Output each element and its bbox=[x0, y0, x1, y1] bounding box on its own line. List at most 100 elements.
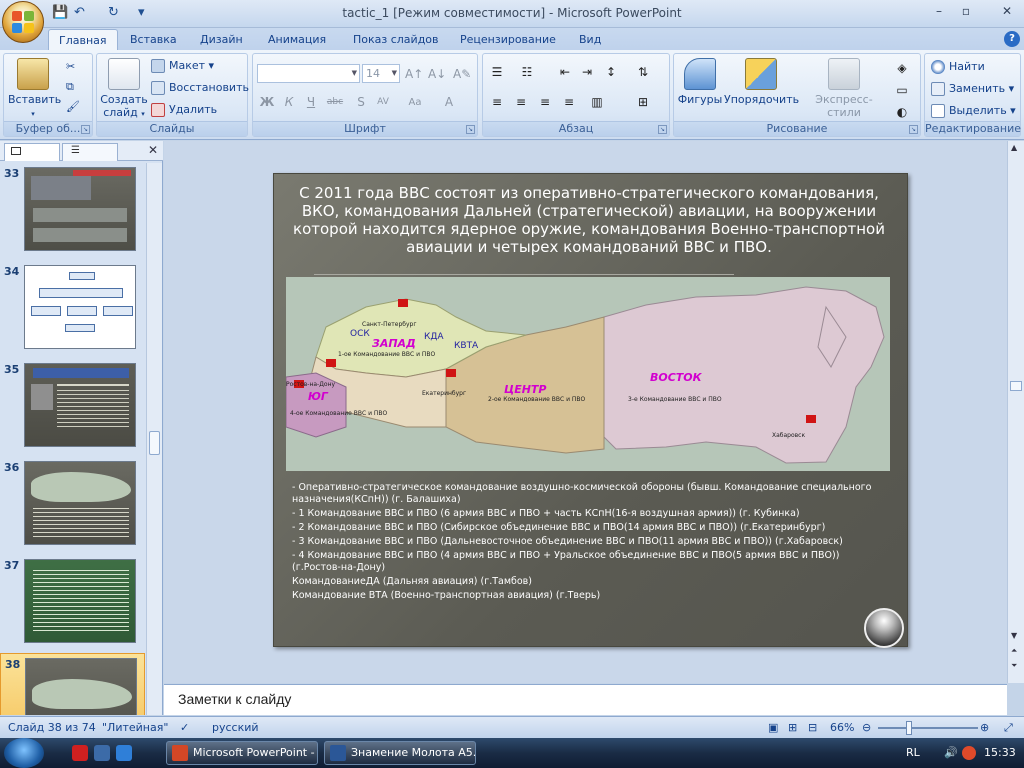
justify-icon[interactable]: ≡ bbox=[559, 92, 579, 111]
zoom-level[interactable]: 66% bbox=[830, 721, 854, 734]
slide-thumbnail[interactable] bbox=[24, 559, 136, 643]
slide-sorter-icon[interactable]: ⊞ bbox=[788, 721, 797, 734]
tab-slideshow[interactable]: Показ слайдов bbox=[343, 31, 449, 48]
smartart-icon[interactable]: ⊞ bbox=[633, 92, 653, 111]
slide-thumbnail[interactable] bbox=[24, 265, 136, 349]
cut-icon[interactable]: ✂ bbox=[66, 58, 75, 76]
thumbnail-row-selected[interactable]: 38 bbox=[0, 653, 145, 715]
tab-insert[interactable]: Вставка bbox=[120, 31, 187, 48]
find-button[interactable]: Найти bbox=[931, 58, 985, 76]
delete-slide-button[interactable]: Удалить bbox=[151, 101, 217, 119]
volume-icon[interactable]: 🔊 bbox=[944, 746, 958, 759]
align-center-icon[interactable]: ≡ bbox=[511, 92, 531, 111]
align-left-icon[interactable]: ≡ bbox=[487, 92, 507, 111]
opera-icon[interactable] bbox=[72, 745, 88, 761]
start-button[interactable] bbox=[4, 738, 44, 768]
zoom-out-icon[interactable]: ⊖ bbox=[862, 721, 871, 734]
slide-title[interactable]: С 2011 года ВВС состоят из оперативно-ст… bbox=[289, 184, 889, 256]
scroll-down-icon[interactable]: ▼ bbox=[1011, 631, 1017, 640]
fit-window-icon[interactable]: ⤢ bbox=[1004, 721, 1013, 735]
thumbnail-row[interactable]: 35 bbox=[0, 359, 145, 449]
font-name-combo[interactable]: ▼ bbox=[257, 64, 360, 83]
language-indicator[interactable]: русский bbox=[212, 721, 259, 734]
numbering-icon[interactable]: ☷ bbox=[517, 62, 537, 81]
layout-button[interactable]: Макет ▾ bbox=[151, 57, 214, 75]
font-color-icon[interactable]: A bbox=[439, 92, 459, 111]
clipboard-launcher-icon[interactable]: ↘ bbox=[81, 125, 90, 134]
reset-button[interactable]: Восстановить bbox=[151, 79, 249, 97]
help-icon[interactable]: ? bbox=[1004, 31, 1020, 47]
slide-scrollbar[interactable]: ▲ ▼ ⏶ ⏷ bbox=[1007, 141, 1024, 683]
zoom-slider-thumb[interactable] bbox=[906, 721, 912, 735]
thumbnail-row[interactable]: 36 bbox=[0, 457, 145, 547]
previous-slide-icon[interactable]: ⏶ bbox=[1011, 646, 1017, 656]
tab-design[interactable]: Дизайн bbox=[190, 31, 253, 48]
close-panel-icon[interactable]: ✕ bbox=[148, 143, 158, 157]
underline-icon[interactable]: Ч bbox=[301, 92, 321, 111]
increase-indent-icon[interactable]: ⇥ bbox=[577, 62, 597, 81]
paragraph-launcher-icon[interactable]: ↘ bbox=[658, 125, 667, 134]
shape-outline-icon[interactable]: ▭ bbox=[892, 80, 912, 99]
slide-thumbnail[interactable] bbox=[24, 461, 136, 545]
quicklaunch-icon[interactable] bbox=[116, 745, 132, 761]
tab-view[interactable]: Вид bbox=[569, 31, 611, 48]
express-styles-button[interactable]: Экспресс-стили bbox=[800, 58, 888, 119]
thumbnail-row[interactable]: 33 bbox=[0, 163, 145, 253]
slide-canvas[interactable]: С 2011 года ВВС состоят из оперативно-ст… bbox=[273, 173, 908, 648]
change-case-icon[interactable]: Aa bbox=[405, 92, 425, 111]
clear-format-icon[interactable]: A✎ bbox=[452, 64, 472, 83]
thumbnail-scrollbar[interactable] bbox=[146, 163, 162, 715]
grow-font-icon[interactable]: A↑ bbox=[404, 64, 424, 83]
copy-icon[interactable]: ⧉ bbox=[66, 78, 74, 96]
strikethrough-icon[interactable]: abc bbox=[325, 92, 345, 111]
shadow-icon[interactable]: S bbox=[351, 92, 371, 111]
font-launcher-icon[interactable]: ↘ bbox=[466, 125, 475, 134]
vk-icon[interactable] bbox=[94, 745, 110, 761]
shape-fill-icon[interactable]: ◈ bbox=[892, 58, 912, 77]
bullets-icon[interactable]: ☰ bbox=[487, 62, 507, 81]
arrange-button[interactable]: Упорядочить bbox=[724, 58, 799, 106]
task-word[interactable]: Знамение Молота A5... bbox=[324, 741, 476, 765]
thumbnail-row[interactable]: 37 bbox=[0, 555, 145, 645]
font-size-combo[interactable]: 14 ▼ bbox=[362, 64, 400, 83]
russia-map[interactable]: Санкт-Петербург Ростов-на-Дону Екатеринб… bbox=[286, 277, 890, 471]
drawing-launcher-icon[interactable]: ↘ bbox=[909, 125, 918, 134]
minimize-button[interactable]: – bbox=[928, 4, 950, 22]
notes-pane[interactable]: Заметки к слайду bbox=[164, 684, 1007, 715]
scroll-thumb[interactable] bbox=[149, 431, 160, 455]
slide-body-text[interactable]: - Оперативно-стратегическое командование… bbox=[292, 482, 872, 604]
office-button[interactable] bbox=[2, 1, 44, 43]
bold-icon[interactable]: Ж bbox=[257, 92, 277, 111]
slide-thumbnail[interactable] bbox=[25, 658, 137, 715]
line-spacing-icon[interactable]: ↕ bbox=[601, 62, 621, 81]
format-painter-icon[interactable]: 🖌 bbox=[66, 98, 80, 116]
shapes-button[interactable]: Фигуры bbox=[676, 58, 724, 106]
slideshow-view-icon[interactable]: ⊟ bbox=[808, 721, 817, 734]
text-direction-icon[interactable]: ⇅ bbox=[633, 62, 653, 81]
normal-view-icon[interactable]: ▣ bbox=[768, 721, 778, 734]
zoom-slider[interactable] bbox=[878, 727, 978, 729]
spellcheck-icon[interactable]: ✓ bbox=[180, 721, 189, 734]
restore-button[interactable]: ▫ bbox=[955, 4, 977, 22]
thumbnail-row[interactable]: 34 bbox=[0, 261, 145, 351]
scroll-up-icon[interactable]: ▲ bbox=[1011, 143, 1017, 152]
clock[interactable]: 15:33 bbox=[984, 746, 1016, 759]
slide-thumbnail[interactable] bbox=[24, 363, 136, 447]
tray-app-icon[interactable] bbox=[962, 746, 976, 760]
task-powerpoint[interactable]: Microsoft PowerPoint - ... bbox=[166, 741, 318, 765]
tab-review[interactable]: Рецензирование bbox=[450, 31, 566, 48]
tab-animation[interactable]: Анимация bbox=[258, 31, 336, 48]
tab-slides-view[interactable] bbox=[4, 143, 60, 161]
decrease-indent-icon[interactable]: ⇤ bbox=[555, 62, 575, 81]
keyboard-language[interactable]: RL bbox=[906, 746, 920, 759]
replace-button[interactable]: Заменить ▾ bbox=[931, 80, 1014, 98]
columns-icon[interactable]: ▥ bbox=[587, 92, 607, 111]
new-slide-button[interactable]: Создать слайд ▾ bbox=[99, 58, 149, 121]
select-button[interactable]: Выделить ▾ bbox=[931, 102, 1016, 120]
scroll-thumb[interactable] bbox=[1010, 381, 1022, 391]
paste-button[interactable]: Вставить ▾ bbox=[8, 58, 61, 121]
tab-home[interactable]: Главная bbox=[48, 29, 118, 50]
italic-icon[interactable]: К bbox=[279, 92, 299, 111]
align-right-icon[interactable]: ≡ bbox=[535, 92, 555, 111]
tab-outline-view[interactable]: ☰ bbox=[62, 143, 118, 161]
